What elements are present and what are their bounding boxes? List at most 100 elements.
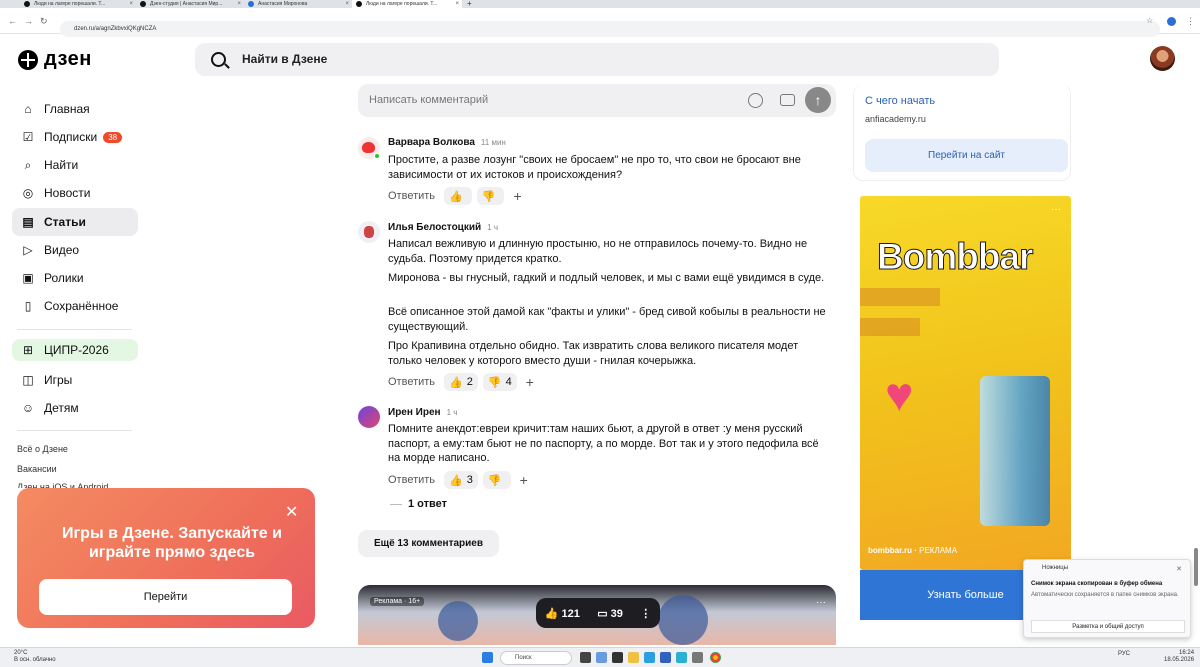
emoji-icon[interactable] xyxy=(748,93,763,108)
sidebar-item-home[interactable]: ⌂ Главная xyxy=(12,95,138,123)
sponsor-link[interactable]: С чего начать xyxy=(865,95,935,107)
sidebar-item-video[interactable]: ▷ Видео xyxy=(12,236,138,264)
like-button[interactable]: 👍 2 xyxy=(444,373,478,391)
comment-actions: Ответить 👍 👎 + xyxy=(388,187,526,205)
ad-domain: bombbar.ru · РЕКЛАМА xyxy=(868,546,958,555)
snipping-toast[interactable]: Ножницы ✕ Снимок экрана скопирован в буф… xyxy=(1023,559,1191,638)
search-bar[interactable]: Найти в Дзене xyxy=(195,43,999,76)
close-tab-icon[interactable]: × xyxy=(129,0,133,8)
sidebar-item-clips[interactable]: ▣ Ролики xyxy=(12,264,138,292)
more-icon[interactable]: ⋮ xyxy=(640,607,651,620)
like-button[interactable]: 👍 xyxy=(444,187,472,205)
heart-icon: ♥ xyxy=(885,369,914,422)
avatar[interactable] xyxy=(358,406,380,428)
widgets-icon[interactable] xyxy=(596,652,607,663)
taskbar-search[interactable]: Поиск xyxy=(500,651,572,665)
more-comments-button[interactable]: Ещё 13 комментариев xyxy=(358,530,499,557)
telegram-icon[interactable] xyxy=(676,652,687,663)
like-button[interactable]: 👍 3 xyxy=(444,471,478,489)
comment-text: Всё описанное этой дамой как "факты и ул… xyxy=(388,306,826,333)
dislike-button[interactable]: 👎 4 xyxy=(482,373,517,391)
home-icon: ⌂ xyxy=(24,102,32,116)
sidebar-item-search[interactable]: ⌕ Найти xyxy=(12,151,138,179)
comment-author[interactable]: Ирен Ирен 1 ч xyxy=(388,407,457,418)
video-icon: ▷ xyxy=(23,243,33,257)
dzen-favicon-icon xyxy=(356,1,362,7)
thumbs-up-icon: 👍 xyxy=(449,190,463,203)
dislike-button[interactable]: 👎 xyxy=(476,187,505,205)
browser-tab[interactable]: Люди на лагере порешали. Т... × xyxy=(20,0,136,8)
star-icon[interactable]: ☆ xyxy=(1146,16,1153,25)
add-reaction-icon[interactable]: + xyxy=(516,472,532,488)
close-icon[interactable]: ✕ xyxy=(1176,565,1182,573)
dislike-button[interactable]: 👎 xyxy=(482,471,511,489)
browser-tab-active[interactable]: Люди на лагере порешали. Т... × xyxy=(352,0,462,8)
go-to-site-button[interactable]: Перейти на сайт xyxy=(865,139,1068,172)
close-tab-icon[interactable]: × xyxy=(345,0,349,8)
games-icon: ◫ xyxy=(22,373,34,387)
url-field[interactable]: dzen.ru/a/agnZkbvxiQKgNCZA xyxy=(60,21,1160,37)
menu-dots-icon[interactable]: ··· xyxy=(1051,204,1061,215)
back-icon[interactable]: ← xyxy=(8,16,17,26)
browser-tab[interactable]: Дзен-студия | Анастасия Мир... × xyxy=(136,0,244,8)
close-tab-icon[interactable]: × xyxy=(237,0,241,8)
reload-icon[interactable]: ↻ xyxy=(40,16,48,27)
app-icon[interactable] xyxy=(692,652,703,663)
markup-share-button[interactable]: Разметка и общий доступ xyxy=(1031,620,1185,633)
sidebar-item-articles[interactable]: ▤ Статьи xyxy=(12,208,138,236)
comment-author[interactable]: Илья Белостоцкий 1 ч xyxy=(388,222,498,233)
footer-link-jobs[interactable]: Вакансии xyxy=(17,464,57,474)
add-reaction-icon[interactable]: + xyxy=(509,188,525,204)
send-icon[interactable]: ↑ xyxy=(805,87,831,113)
promo-go-button[interactable]: Перейти xyxy=(39,579,292,615)
store-icon[interactable] xyxy=(660,652,671,663)
clock[interactable]: 16:24 18.05.2026 xyxy=(1164,650,1194,664)
show-replies-button[interactable]: 1 ответ xyxy=(408,498,447,510)
avatar-image xyxy=(364,226,374,238)
start-icon[interactable] xyxy=(482,652,493,663)
dzen-logo[interactable]: дзен xyxy=(18,48,92,71)
close-tab-icon[interactable]: × xyxy=(455,0,459,8)
sidebar-item-news[interactable]: ◎ Новости xyxy=(12,179,138,207)
comment-input[interactable]: Написать комментарий ↑ xyxy=(358,84,836,117)
weather-widget[interactable]: 20°C В осн. облачно xyxy=(14,650,56,664)
browser-tab[interactable]: Анастасия Миронова × xyxy=(244,0,352,8)
camera-icon[interactable] xyxy=(780,94,795,106)
sidebar-item-subscriptions[interactable]: ☑ Подписки 38 xyxy=(12,123,138,151)
page-scrollbar[interactable] xyxy=(1194,548,1198,586)
comment-text: Помните анекдот:евреи кричит:там наших б… xyxy=(388,423,819,464)
like-stat[interactable]: 👍 121 xyxy=(545,607,580,620)
menu-dots-icon[interactable]: ··· xyxy=(816,597,826,608)
reply-button[interactable]: Ответить xyxy=(388,190,435,202)
sidebar-item-saved[interactable]: ▯ Сохранённое xyxy=(12,292,138,320)
forward-icon[interactable]: → xyxy=(24,16,33,26)
sidebar-item-games[interactable]: ◫ Игры xyxy=(12,366,138,394)
add-reaction-icon[interactable]: + xyxy=(522,374,538,390)
language-indicator[interactable]: РУС xyxy=(1118,651,1130,657)
comment-time: 11 мин xyxy=(480,138,506,147)
file-explorer-icon[interactable] xyxy=(628,652,639,663)
footer-link-about[interactable]: Всё о Дзене xyxy=(17,444,68,454)
thumbs-down-icon: 👎 xyxy=(481,190,496,203)
edge-icon[interactable] xyxy=(644,652,655,663)
bombbar-ad[interactable]: ··· Bombbar ♥ bombbar.ru · РЕКЛАМА xyxy=(860,196,1071,570)
profile-icon[interactable] xyxy=(1167,17,1176,26)
reply-button[interactable]: Ответить xyxy=(388,474,435,486)
comment-author[interactable]: Варвара Волкова 11 мин xyxy=(388,137,506,148)
close-icon[interactable]: ✕ xyxy=(285,502,298,522)
app-icon[interactable] xyxy=(612,652,623,663)
reply-button[interactable]: Ответить xyxy=(388,376,435,388)
comment-text: Миронова - вы гнусный, гадкий и подлый ч… xyxy=(388,272,825,284)
sidebar-item-tsipr[interactable]: ⊞ ЦИПР-2026 xyxy=(12,339,138,361)
user-avatar[interactable] xyxy=(1150,46,1175,71)
avatar[interactable] xyxy=(358,221,380,243)
ad-image-figure xyxy=(658,595,708,645)
avatar[interactable] xyxy=(358,137,380,159)
comment-text: Написал вежливую и длинную простыню, но … xyxy=(388,238,808,265)
comments-stat[interactable]: ▭ 39 xyxy=(597,607,623,620)
new-tab-button[interactable]: + xyxy=(464,0,476,8)
chrome-icon[interactable] xyxy=(710,652,721,663)
task-view-icon[interactable] xyxy=(580,652,591,663)
menu-dots-icon[interactable]: ⋮ xyxy=(1186,16,1195,27)
sidebar-item-kids[interactable]: ☺ Детям xyxy=(12,394,138,422)
